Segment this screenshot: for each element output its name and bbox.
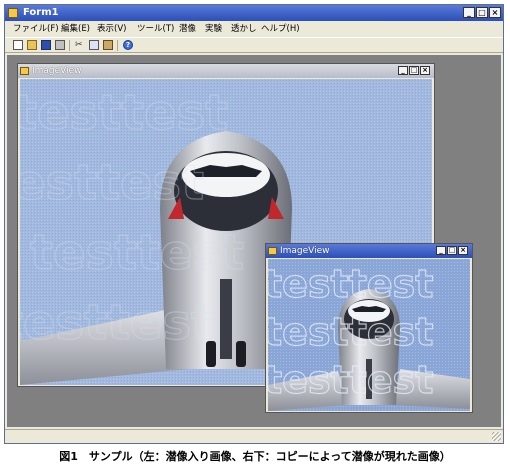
mdi-client-area: ImageView _ □ × testtest esttest testtes… [7,55,501,427]
new-icon[interactable] [13,40,23,50]
paste-icon[interactable] [103,40,113,50]
resize-grip[interactable] [492,432,501,441]
svg-text:testtest: testtest [268,262,433,306]
toolbar-separator [69,40,70,51]
imageview-right-minimize-button[interactable]: _ [436,246,446,255]
menu-view[interactable]: 表示(V) [97,21,126,37]
imageview-right-title: ImageView [280,246,330,256]
menu-experiment[interactable]: 実験 [205,21,222,37]
menu-bar: ファイル(F) 編集(E) 表示(V) ツール(T) 潜像 実験 透かし ヘルプ… [5,21,503,37]
menu-file[interactable]: ファイル(F) [13,21,59,37]
main-titlebar[interactable]: Form1 _ □ × [5,5,503,21]
save-icon[interactable] [41,40,51,50]
menu-latent[interactable]: 潜像 [179,21,196,37]
close-button[interactable]: × [489,7,501,18]
toolbar-separator [117,40,118,51]
app-icon [8,8,18,18]
menu-help[interactable]: ヘルプ(H) [261,21,300,37]
main-window: Form1 _ □ × ファイル(F) 編集(E) 表示(V) ツール(T) 潜… [4,4,504,444]
imageview-right-maximize-button[interactable]: □ [447,246,457,255]
figure-caption: 図1 サンプル（左：潜像入り画像、右下：コピーによって潜像が現れた画像） [59,450,451,463]
print-icon[interactable] [55,40,65,50]
menu-tools[interactable]: ツール(T) [137,21,174,37]
imageview-right-close-button[interactable]: × [458,246,468,255]
help-icon[interactable]: ? [123,40,133,50]
maximize-button[interactable]: □ [476,7,488,18]
main-window-title: Form1 [23,7,59,18]
imageview-icon [268,247,277,255]
watermark-text: testtest testtest testtest [268,261,434,402]
imageview-right-titlebar[interactable]: ImageView _ □ × [266,244,472,258]
svg-text:testtest: testtest [30,225,244,281]
minimize-button[interactable]: _ [463,7,475,18]
menu-watermark[interactable]: 透かし [231,21,257,37]
copied-image: testtest testtest testtest [268,259,470,411]
imageview-left-maximize-button[interactable]: □ [409,66,419,75]
svg-text:testtest: testtest [20,85,228,141]
open-icon[interactable] [27,40,37,50]
imageview-left-titlebar[interactable]: ImageView _ □ × [18,64,434,78]
imageview-left-close-button[interactable]: × [420,66,430,75]
cut-icon[interactable]: ✂ [75,40,85,50]
imageview-window-right: ImageView _ □ × testtest testtest testte… [265,243,473,413]
imageview-icon [20,67,29,75]
menu-edit[interactable]: 編集(E) [61,21,90,37]
svg-text:testtest: testtest [20,155,204,211]
svg-text:testtest: testtest [268,358,433,402]
airplane-photo-copy: testtest testtest testtest [268,259,470,411]
toolbar: ✂ ? [5,37,503,53]
copy-icon[interactable] [89,40,99,50]
imageview-left-title: ImageView [32,66,82,76]
imageview-left-minimize-button[interactable]: _ [398,66,408,75]
svg-text:testtest: testtest [20,295,214,351]
status-bar [5,429,503,443]
svg-text:testtest: testtest [268,310,433,354]
